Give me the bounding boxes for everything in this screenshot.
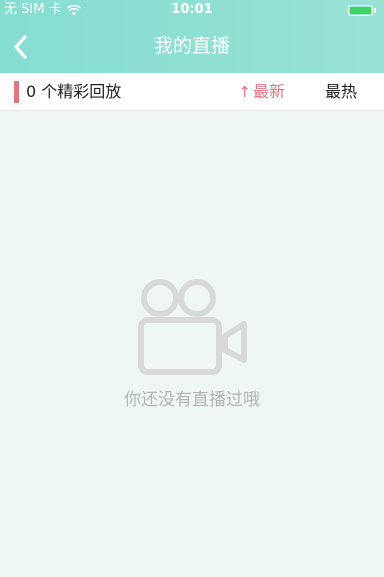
sort-hottest-button[interactable]: 最热 [325,81,357,103]
sort-newest-button[interactable]: ↑ 最新 [238,81,285,103]
battery-level [350,6,371,14]
page-title: 我的直播 [153,35,230,57]
filter-bar: 0 个精彩回放 ↑ 最新 最热 [0,73,384,111]
battery-icon [348,4,373,16]
video-camera-icon [135,278,251,378]
accent-marker [14,81,19,103]
status-time: 10:01 [171,2,213,17]
status-bar: 无 SIM 卡 10:01 [0,0,384,20]
replay-count-label: 0 个精彩回放 [26,82,122,101]
up-arrow-icon: ↑ [238,83,251,101]
battery-tip [374,7,376,13]
empty-message: 你还没有直播过哦 [124,390,260,410]
battery-group [348,0,376,20]
nav-bar: 我的直播 [0,20,384,73]
top-bar: 无 SIM 卡 10:01 我的直播 [0,0,384,73]
sort-newest-label: 最新 [252,82,285,101]
